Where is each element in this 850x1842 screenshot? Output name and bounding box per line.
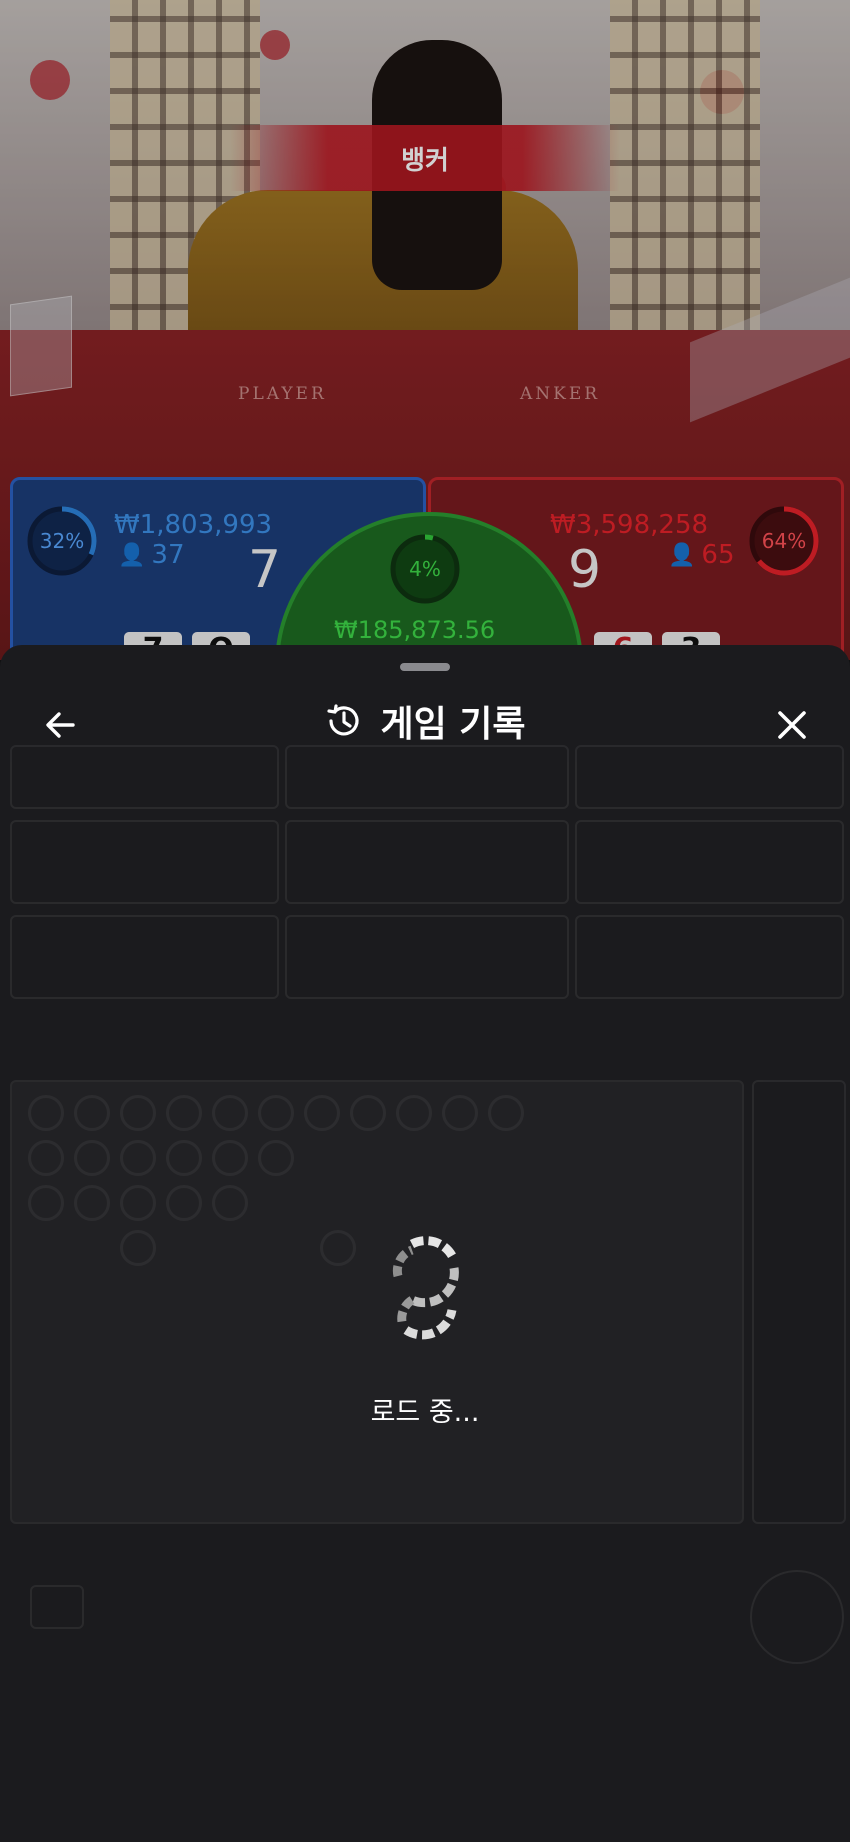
ghost-cell [285, 820, 569, 904]
ghost-cell [575, 820, 844, 904]
ghost-road-dot [396, 1095, 432, 1131]
ghost-road-dot [28, 1185, 64, 1221]
history-clock-icon [327, 704, 360, 736]
ghost-road-dot [166, 1095, 202, 1131]
ghost-road-dot [74, 1095, 110, 1131]
loading-spinner-icon [392, 1236, 459, 1340]
sheet-title-group: 게임 기록 [0, 695, 850, 747]
ghost-cell [10, 820, 279, 904]
loading-text: 로드 중... [370, 1397, 480, 1428]
ghost-road-dot [166, 1140, 202, 1176]
ghost-road-dot [320, 1230, 356, 1266]
sheet-header: 게임 기록 [0, 685, 850, 765]
ghost-road-dot [212, 1140, 248, 1176]
sheet-title: 게임 기록 [380, 704, 526, 745]
ghost-road-dot [212, 1095, 248, 1131]
ghost-road-dot [74, 1185, 110, 1221]
ghost-cell [10, 915, 279, 999]
ghost-roadmap-side [752, 1080, 846, 1524]
ghost-road-dot [120, 1095, 156, 1131]
close-button[interactable] [762, 695, 822, 755]
ghost-road-dot [28, 1140, 64, 1176]
ghost-chip [30, 1585, 84, 1629]
ghost-roadmap [10, 1080, 744, 1524]
ghost-road-dot [258, 1140, 294, 1176]
ghost-menu-button [750, 1570, 844, 1664]
ghost-road-dot [120, 1230, 156, 1266]
ghost-cell [285, 915, 569, 999]
ghost-cell [575, 915, 844, 999]
game-history-sheet: 게임 기록 로드 중... [0, 645, 850, 1842]
ghost-road-dot [212, 1185, 248, 1221]
ghost-road-dot [74, 1140, 110, 1176]
ghost-road-dot [120, 1140, 156, 1176]
ghost-road-dot [442, 1095, 478, 1131]
ghost-road-dot [28, 1095, 64, 1131]
ghost-road-dot [120, 1185, 156, 1221]
ghost-road-dot [304, 1095, 340, 1131]
ghost-road-dot [258, 1095, 294, 1131]
ghost-road-dot [166, 1185, 202, 1221]
close-icon [778, 711, 806, 739]
ghost-road-dot [488, 1095, 524, 1131]
ghost-road-dot [350, 1095, 386, 1131]
